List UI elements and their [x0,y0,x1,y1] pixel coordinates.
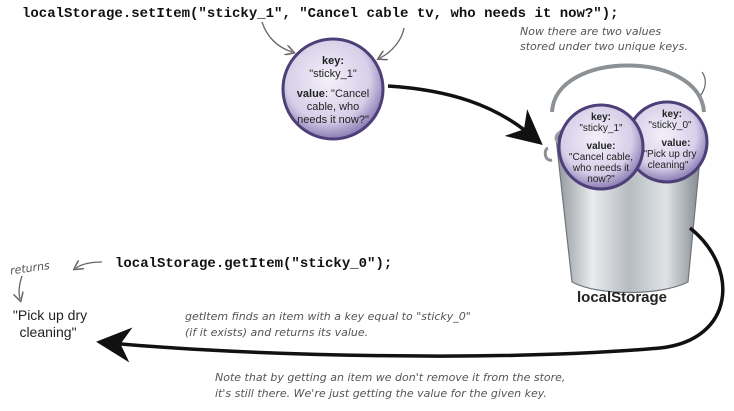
bucket-sticky0-value-line1: "Pick up dry [643,149,696,160]
bucket-sticky1-key-value: "sticky_1" [579,123,623,134]
bucket-sticky1-value-line1: "Cancel cable, [569,152,633,163]
bucket-sticky0-value-line2: cleaning" [648,160,689,171]
sticky-key-label: key: [322,55,344,67]
bucket-sticky0-value-label: value: [662,138,691,149]
bottom-note-line2: it's still there. We're just getting the… [215,387,547,400]
getitem-note-line1: getItem finds an item with a key equal t… [185,310,471,323]
sticky-value-line1: : "Cancel [325,88,369,100]
returns-note: returns [9,259,50,277]
result-line2: cleaning" [19,324,76,340]
sticky-note-top: key: "sticky_1" value: "Cancel cable, wh… [281,37,385,141]
svg-text:value: "Cancel: value: "Cancel [297,88,369,100]
bucket-sticky-1: key: "sticky_1" value: "Cancel cable, wh… [557,103,645,191]
returns-down-arrow [19,275,22,299]
bucket-sticky1-value-line2: who needs it [572,163,629,174]
sticky-value-line3: needs it now?" [297,114,369,126]
bucket-sticky1-value-line3: now?" [587,174,615,185]
getitem-note-line2: (if it exists) and returns its value. [185,326,368,339]
sticky-value-line2: cable, who [307,101,360,113]
sticky-key-value: "sticky_1" [309,68,357,80]
bucket-sticky1-value-label: value: [587,141,616,152]
two-values-note-line2: stored under two unique keys. [520,40,688,53]
storage-label: localStorage [577,289,667,306]
diagram-canvas: localStorage.setItem("sticky_1", "Cancel… [9,6,725,400]
value-pointer-arrow [380,27,405,58]
bucket-sticky0-key-label: key: [662,109,682,120]
sticky-value-label: value [297,88,325,100]
result-line1: "Pick up dry [13,307,87,323]
returns-arrow [76,262,103,268]
key-pointer-arrow [261,21,292,52]
note-pointer-arrow [699,71,706,97]
bucket-sticky0-key-value: "sticky_0" [648,120,692,131]
bucket-sticky1-key-label: key: [591,112,611,123]
store-arrow [387,84,543,145]
bottom-note-line1: Note that by getting an item we don't re… [215,371,565,384]
set-item-code: localStorage.setItem("sticky_1", "Cancel… [22,6,619,22]
get-item-code: localStorage.getItem("sticky_0"); [115,256,392,272]
two-values-note-line1: Now there are two values [520,25,661,38]
